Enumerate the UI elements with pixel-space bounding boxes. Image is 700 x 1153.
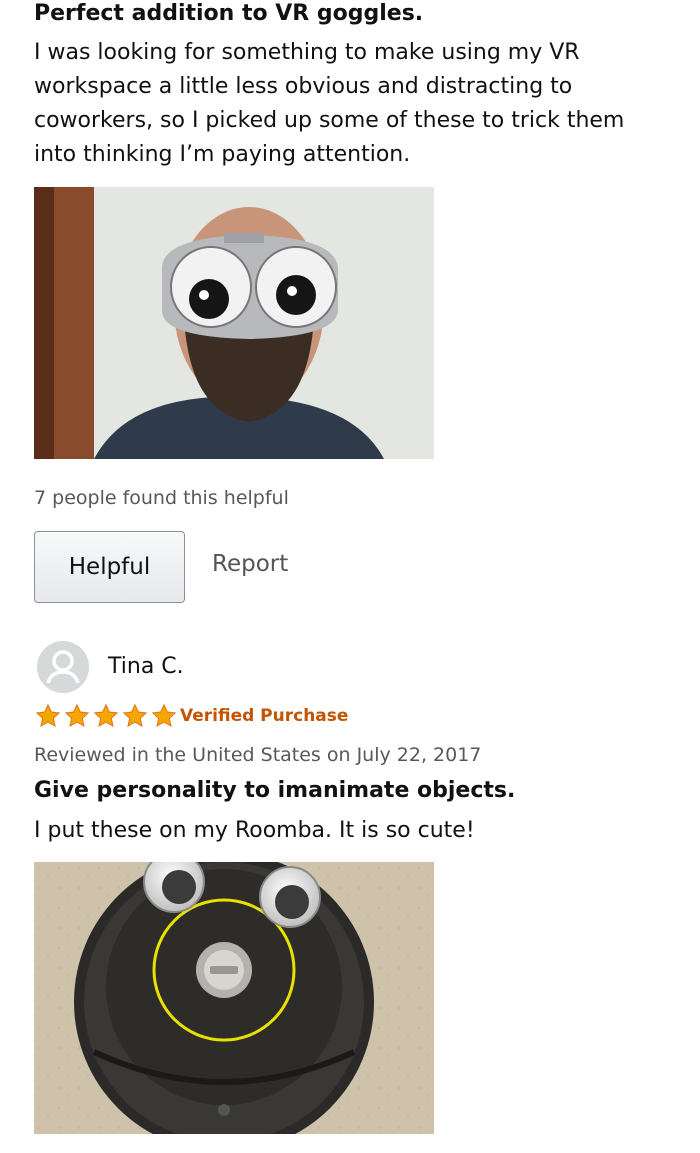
star-rating[interactable] (34, 703, 178, 729)
helpful-button[interactable]: Helpful (34, 531, 185, 603)
helpful-count: 7 people found this helpful (34, 487, 289, 509)
review-body: I put these on my Roomba. It is so cute! (34, 818, 475, 843)
star-icon (93, 703, 119, 728)
star-icon (122, 703, 148, 728)
review-body-line: workspace a little less obvious and dist… (34, 74, 573, 99)
review-title: Give personality to imanimate objects. (34, 778, 516, 803)
verified-purchase-badge: Verified Purchase (180, 706, 349, 726)
reviewer-name[interactable]: Tina C. (108, 654, 184, 679)
star-icon (151, 703, 177, 728)
review-photo-vr-googly-eyes[interactable] (34, 187, 434, 459)
review-body: I was looking for something to make usin… (34, 36, 684, 172)
review-photo-roomba-googly-eyes[interactable] (34, 862, 434, 1134)
review-date: Reviewed in the United States on July 22… (34, 744, 482, 766)
review-body-line: into thinking I’m paying attention. (34, 142, 411, 167)
default-user-avatar-icon (37, 641, 89, 693)
star-icon (64, 703, 90, 728)
star-icon (35, 703, 61, 728)
review-body-line: I was looking for something to make usin… (34, 40, 580, 65)
report-link[interactable]: Report (212, 551, 288, 577)
review-title: Perfect addition to VR goggles. (34, 1, 424, 26)
review-body-line: coworkers, so I picked up some of these … (34, 108, 625, 133)
